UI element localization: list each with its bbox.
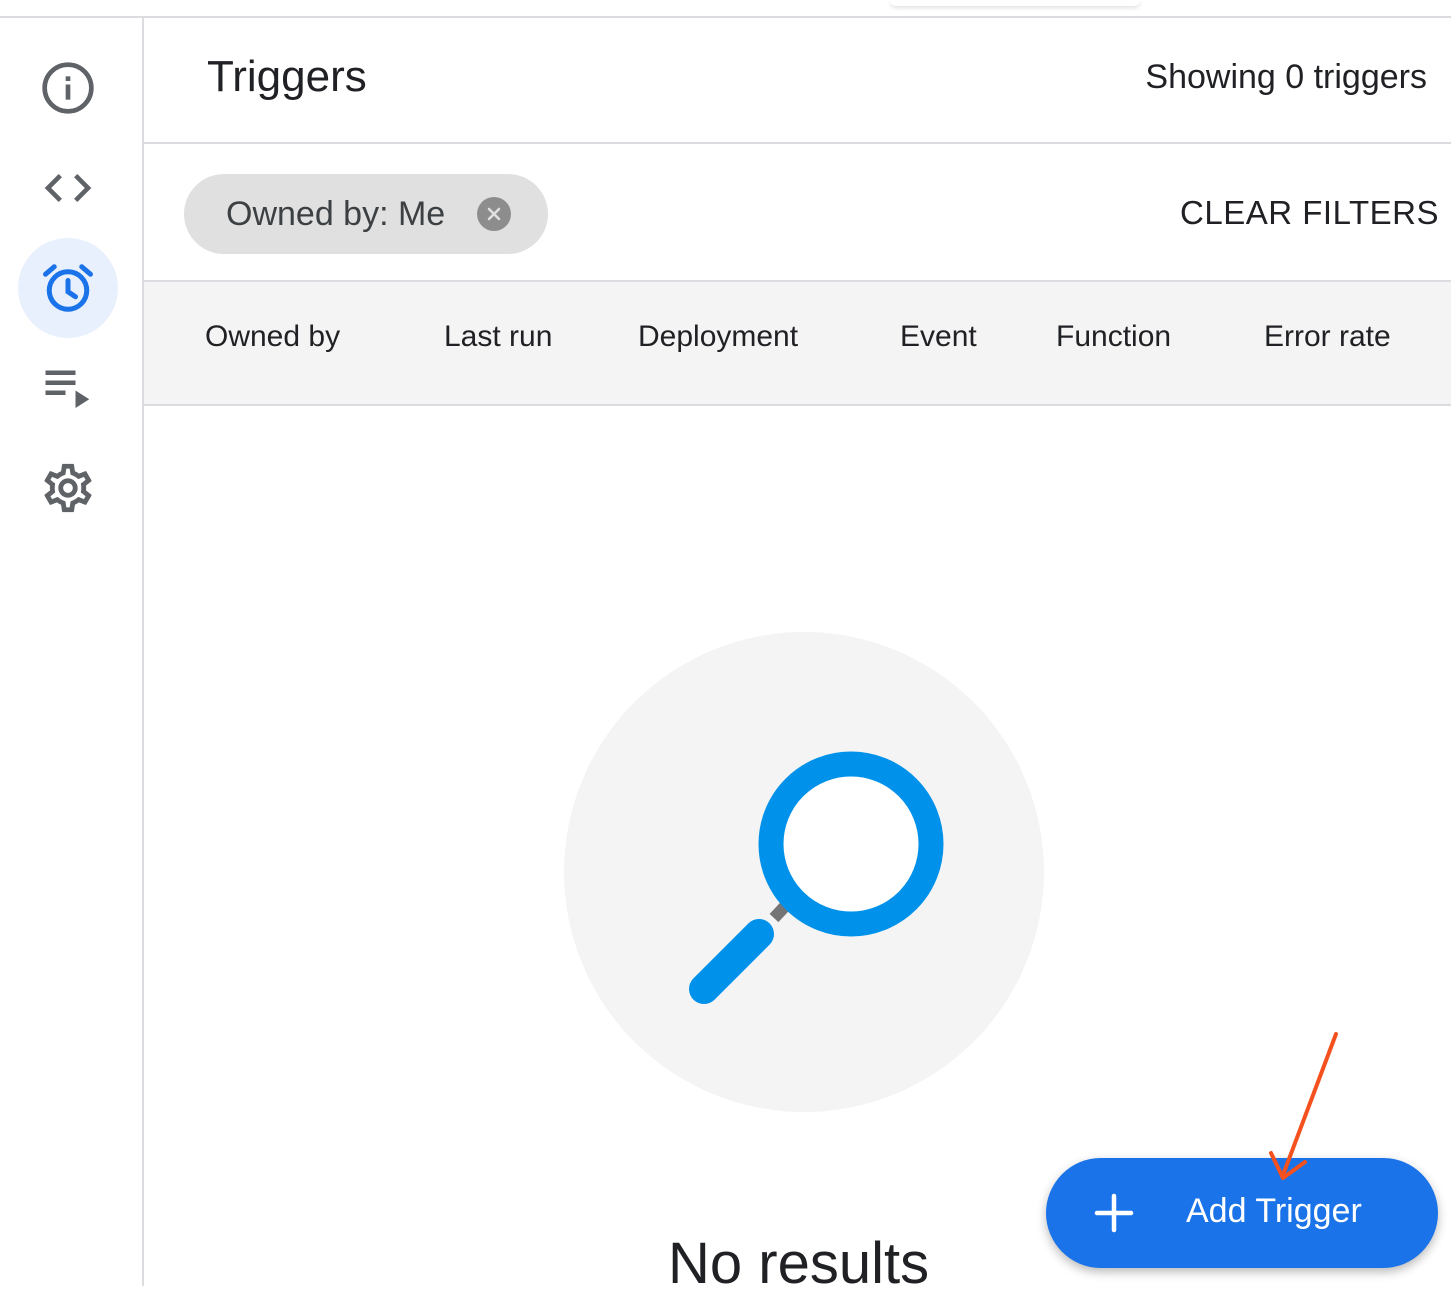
top-shadow-pill [890,0,1140,6]
sidebar-item-settings[interactable] [18,438,118,538]
main-content: Triggers Showing 0 triggers Owned by: Me… [144,18,1451,1296]
empty-state-illustration [564,632,1044,1112]
table-header: Owned by Last run Deployment Event Funct… [144,282,1451,406]
column-header-error-rate[interactable]: Error rate [1264,320,1391,354]
column-header-event[interactable]: Event [900,320,977,354]
empty-state-message: No results [668,1231,930,1296]
playlist-play-icon [38,358,98,418]
info-icon [40,60,96,116]
clear-filters-button[interactable]: CLEAR FILTERS [1180,194,1439,232]
sidebar-item-editor[interactable] [18,138,118,238]
top-strip [0,0,1451,18]
add-trigger-label: Add Trigger [1186,1192,1362,1230]
plus-icon [1094,1193,1134,1233]
column-header-function[interactable]: Function [1056,320,1171,354]
magnifier-icon [689,751,944,1004]
column-header-owned-by[interactable]: Owned by [205,320,340,354]
page-header: Triggers Showing 0 triggers [144,18,1451,144]
filter-bar: Owned by: Me CLEAR FILTERS [144,144,1451,282]
column-header-last-run[interactable]: Last run [444,320,552,354]
column-header-deployment[interactable]: Deployment [638,320,798,354]
alarm-clock-icon [38,258,98,318]
filter-chip-owned-by[interactable]: Owned by: Me [184,174,548,254]
gear-icon [39,459,97,517]
filter-chip-label: Owned by: Me [226,194,446,233]
sidebar-item-triggers[interactable] [18,238,118,338]
trigger-count: Showing 0 triggers [1145,58,1427,96]
page-title: Triggers [207,52,367,101]
code-icon [40,160,96,216]
remove-filter-icon[interactable] [477,197,511,231]
sidebar-item-executions[interactable] [18,338,118,438]
sidebar [0,18,144,1286]
add-trigger-button[interactable]: Add Trigger [1046,1158,1438,1268]
sidebar-item-overview[interactable] [18,38,118,138]
